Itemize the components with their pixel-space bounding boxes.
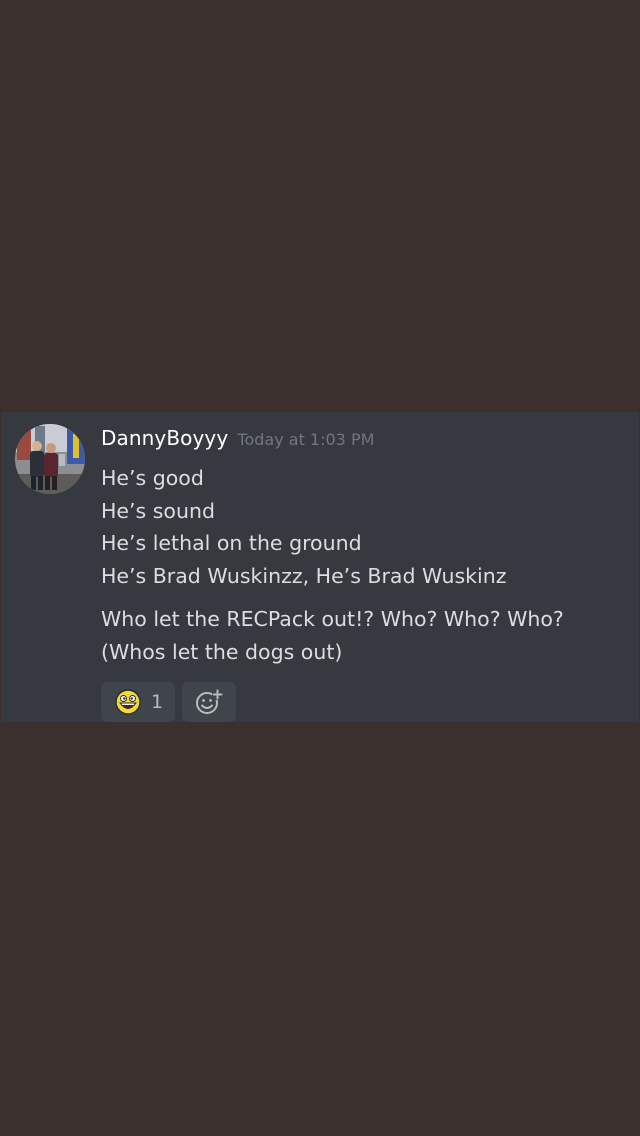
message-line: He’s good: [101, 466, 204, 490]
awesome-face-emoji-icon: [115, 689, 141, 715]
reaction-count: 1: [151, 691, 164, 713]
username[interactable]: DannyBoyyy: [101, 426, 228, 450]
user-avatar[interactable]: [15, 424, 85, 494]
message-header: DannyBoyyy Today at 1:03 PM: [101, 426, 374, 450]
message-line: He’s lethal on the ground: [101, 531, 362, 555]
avatar-photo-icon: [15, 424, 85, 494]
message-line: Who let the RECPack out!? Who? Who? Who?: [101, 607, 564, 631]
reaction-button[interactable]: 1: [101, 682, 175, 722]
message-timestamp: Today at 1:03 PM: [237, 430, 375, 449]
chat-message: DannyBoyyy Today at 1:03 PM He’s good He…: [1, 412, 639, 722]
add-reaction-button[interactable]: [182, 682, 236, 722]
message-line: He’s sound: [101, 498, 215, 523]
message-content: He’s good He’s sound He’s lethal on the …: [101, 462, 564, 668]
screenshot-page: DannyBoyyy Today at 1:03 PM He’s good He…: [0, 0, 640, 1136]
message-line: He’s Brad Wuskinzz, He’s Brad Wuskinz: [101, 563, 507, 588]
reaction-bar: 1: [101, 682, 236, 722]
add-reaction-icon: [196, 689, 223, 714]
message-line: (Whos let the dogs out): [101, 639, 343, 664]
